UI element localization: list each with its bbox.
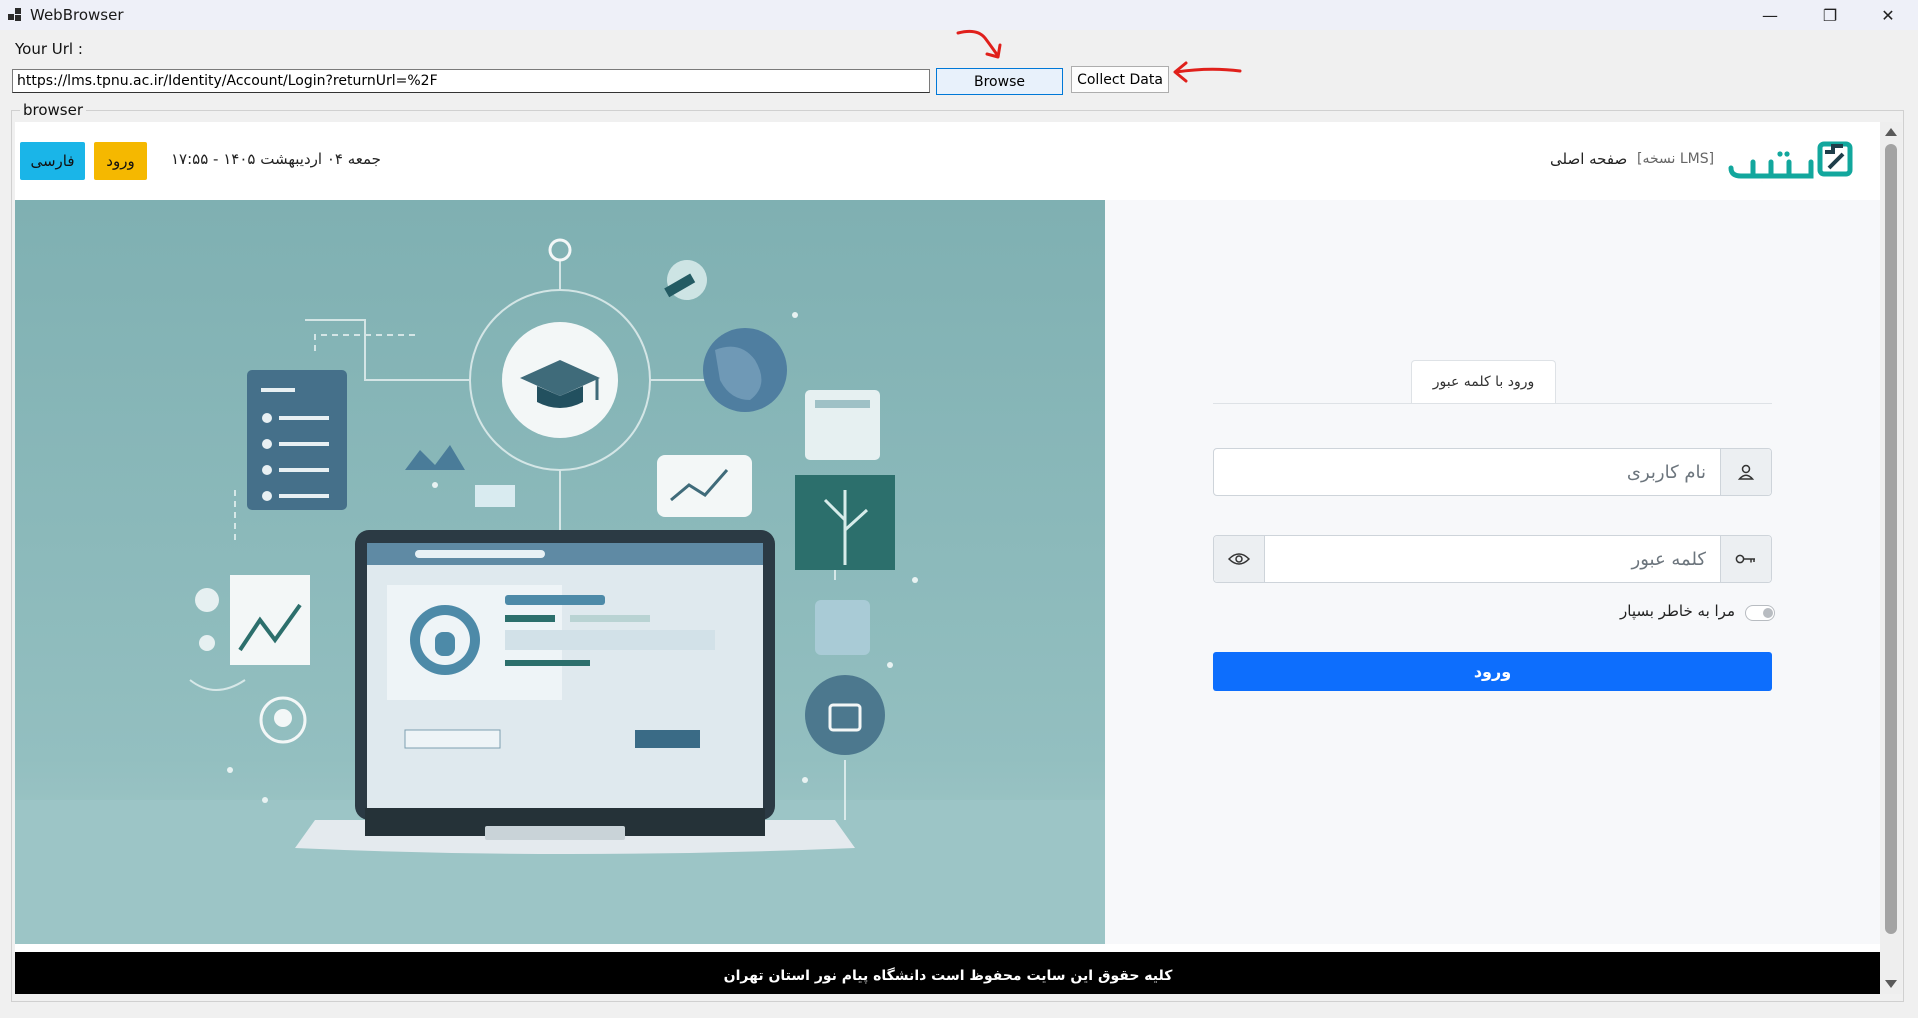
login-pane: ورود با کلمه عبور مرا به خاطر بسپار ورود — [1105, 200, 1881, 944]
browse-button[interactable]: Browse — [936, 68, 1063, 95]
tab-password-login[interactable]: ورود با کلمه عبور — [1411, 360, 1556, 404]
groupbox-label: browser — [20, 101, 87, 119]
window-title: WebBrowser — [30, 6, 124, 24]
minimize-button[interactable]: — — [1740, 0, 1800, 30]
scroll-up-icon[interactable] — [1885, 128, 1897, 136]
tab-divider — [1213, 403, 1772, 404]
user-icon — [1720, 449, 1771, 495]
url-label: Your Url : — [15, 40, 83, 58]
remember-toggle[interactable] — [1745, 605, 1775, 621]
annotation-arrow-collect — [1173, 61, 1242, 83]
scrollbar-thumb[interactable] — [1885, 144, 1897, 934]
language-button[interactable]: فارسی — [20, 142, 85, 180]
app-icon — [8, 8, 22, 22]
maximize-button[interactable]: ❐ — [1800, 0, 1860, 30]
login-submit-button[interactable]: ورود — [1213, 652, 1772, 691]
header-login-button[interactable]: ورود — [94, 142, 147, 180]
site-footer: کلیه حقوق این سایت محفوظ است دانشگاه پیا… — [15, 952, 1881, 994]
site-logo[interactable] — [1723, 138, 1853, 182]
hero-illustration — [15, 200, 1105, 944]
annotation-arrow-browse — [956, 29, 1002, 59]
current-datetime: جمعه ۰۴ اردیبهشت ۱۴۰۵ - ۱۷:۵۵ — [171, 150, 381, 168]
collect-data-button[interactable]: Collect Data — [1071, 66, 1169, 93]
url-input[interactable] — [12, 69, 930, 93]
remember-label: مرا به خاطر بسپار — [1620, 602, 1735, 620]
password-field-group — [1213, 535, 1772, 583]
title-bar: WebBrowser — ❐ ✕ — [0, 0, 1918, 30]
close-button[interactable]: ✕ — [1858, 0, 1918, 30]
username-input[interactable] — [1214, 449, 1720, 495]
key-icon — [1720, 536, 1771, 582]
home-link[interactable]: صفحه اصلی — [1550, 150, 1627, 168]
remember-me: مرا به خاطر بسپار — [1615, 600, 1775, 624]
scroll-down-icon[interactable] — [1885, 980, 1897, 988]
password-input[interactable] — [1265, 536, 1720, 582]
vertical-scrollbar[interactable] — [1880, 122, 1902, 994]
eye-icon[interactable] — [1214, 536, 1265, 582]
elearning-illustration — [15, 200, 1105, 944]
web-view: فارسی ورود جمعه ۰۴ اردیبهشت ۱۴۰۵ - ۱۷:۵۵… — [15, 122, 1881, 994]
username-field-group — [1213, 448, 1772, 496]
site-header: فارسی ورود جمعه ۰۴ اردیبهشت ۱۴۰۵ - ۱۷:۵۵… — [15, 122, 1881, 200]
lms-version: [نسخه LMS] — [1637, 151, 1715, 167]
